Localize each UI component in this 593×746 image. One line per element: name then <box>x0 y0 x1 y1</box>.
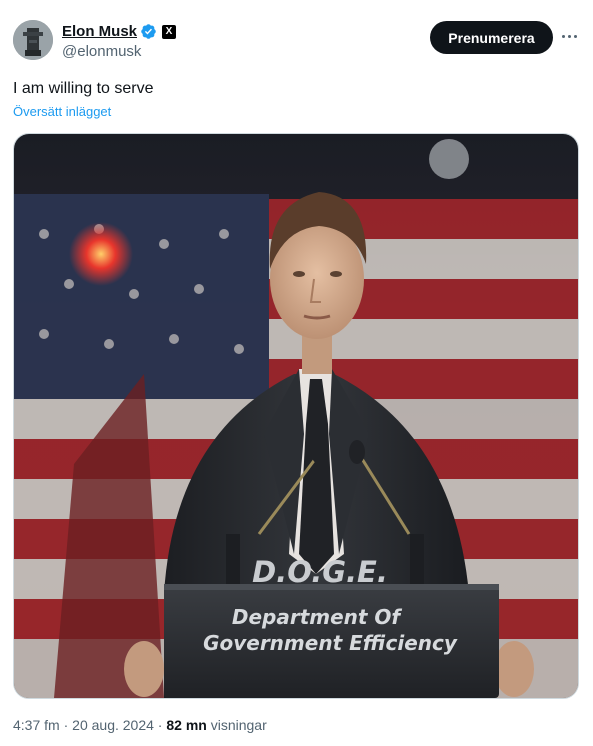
verified-badge-icon[interactable] <box>140 23 157 40</box>
subscribe-button[interactable]: Prenumerera <box>430 21 553 54</box>
author-name[interactable]: Elon Musk <box>62 22 137 41</box>
meta-separator: · <box>157 717 163 733</box>
tweet-header: Elon Musk X @elonmusk Prenumerera <box>13 20 580 62</box>
tweet-time[interactable]: 4:37 fm <box>13 717 60 733</box>
meta-separator: · <box>63 717 69 733</box>
views-count: 82 mn <box>166 717 207 733</box>
media-image: D.O.G.E. Department Of Government Effici… <box>14 134 578 698</box>
avatar[interactable] <box>13 20 53 60</box>
author-info: Elon Musk X @elonmusk <box>62 22 177 62</box>
translate-link[interactable]: Översätt inlägget <box>13 104 111 120</box>
tweet-meta: 4:37 fm · 20 aug. 2024 · 82 mn visningar <box>13 716 267 734</box>
podium-line-2: Government Efficiency <box>203 631 458 655</box>
tweet-date[interactable]: 20 aug. 2024 <box>72 717 154 733</box>
tweet-text: I am willing to serve <box>13 80 154 97</box>
tweet-media[interactable]: D.O.G.E. Department Of Government Effici… <box>13 133 579 699</box>
author-handle[interactable]: @elonmusk <box>62 42 176 62</box>
podium-line-1: Department Of <box>232 605 403 629</box>
x-affiliate-badge[interactable]: X <box>162 24 177 39</box>
podium-acronym: D.O.G.E. <box>252 555 388 589</box>
more-horizontal-icon[interactable] <box>559 26 579 46</box>
views-label: visningar <box>210 717 267 733</box>
avatar-image <box>13 20 53 60</box>
